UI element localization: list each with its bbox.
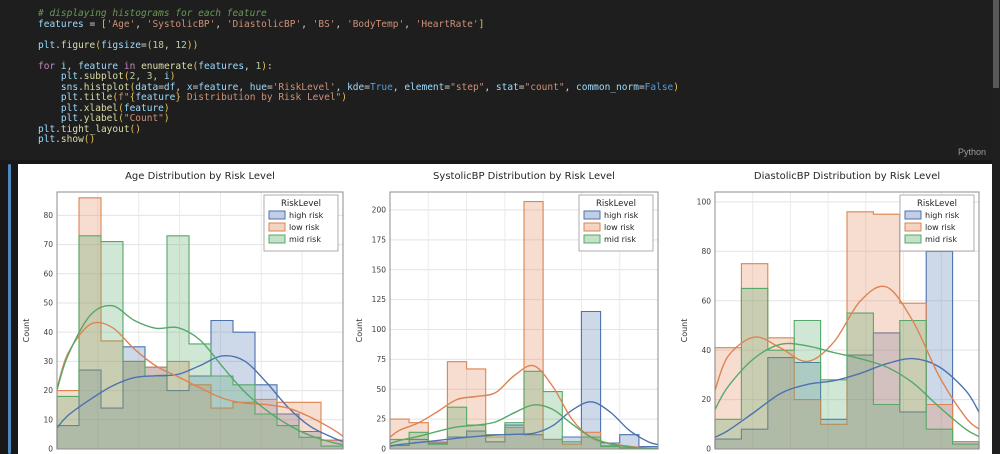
svg-text:50: 50 xyxy=(376,385,386,394)
svg-text:100: 100 xyxy=(697,197,712,206)
scrollbar-thumb[interactable] xyxy=(993,0,999,88)
svg-text:Count: Count xyxy=(355,319,364,343)
svg-text:Count: Count xyxy=(680,319,689,343)
svg-text:30: 30 xyxy=(43,357,53,366)
diastolicbp-chart-svg: DiastolicBP Distribution by Risk Level 0 2… xyxy=(679,166,987,454)
code-editor[interactable]: # displaying histograms for each feature… xyxy=(38,8,679,146)
svg-text:20: 20 xyxy=(701,395,711,404)
code-cell[interactable]: # displaying histograms for each feature… xyxy=(0,0,992,160)
svg-text:20: 20 xyxy=(43,386,53,395)
svg-text:mid risk: mid risk xyxy=(604,235,636,244)
svg-text:25: 25 xyxy=(376,415,386,424)
svg-text:RiskLevel: RiskLevel xyxy=(281,199,321,209)
svg-text:75: 75 xyxy=(376,355,386,364)
svg-text:60: 60 xyxy=(701,296,711,305)
svg-text:mid risk: mid risk xyxy=(925,235,957,244)
svg-text:mid risk: mid risk xyxy=(289,235,321,244)
svg-text:high risk: high risk xyxy=(289,211,324,220)
svg-text:0: 0 xyxy=(706,445,711,454)
svg-text:low risk: low risk xyxy=(289,223,320,232)
svg-text:Count: Count xyxy=(22,319,31,343)
svg-text:low risk: low risk xyxy=(604,223,635,232)
code-line: plt.tight_layout() xyxy=(38,123,141,135)
svg-text:RiskLevel: RiskLevel xyxy=(596,199,636,209)
svg-text:200: 200 xyxy=(372,206,387,215)
cell-language-label[interactable]: Python xyxy=(958,147,986,157)
svg-text:DiastolicBP Distribution by Ri: DiastolicBP Distribution by Risk Level xyxy=(754,171,940,182)
chart-systolicbp: SystolicBP Distribution by Risk Level 0 25… xyxy=(354,166,666,454)
svg-text:150: 150 xyxy=(372,265,387,274)
cell-focus-indicator xyxy=(8,164,11,454)
svg-text:high risk: high risk xyxy=(925,211,960,220)
svg-text:80: 80 xyxy=(43,211,53,220)
svg-text:125: 125 xyxy=(372,295,387,304)
svg-text:SystolicBP Distribution by Ris: SystolicBP Distribution by Risk Level xyxy=(433,171,615,182)
svg-text:0: 0 xyxy=(381,445,386,454)
svg-text:80: 80 xyxy=(701,247,711,256)
svg-text:50: 50 xyxy=(43,299,53,308)
code-line: plt.figure(figsize=(18, 12)) xyxy=(38,39,199,51)
svg-text:60: 60 xyxy=(43,269,53,278)
chart-age: Age Distribution by Risk Level 0 10 20 30 40 5… xyxy=(21,166,351,454)
svg-text:high risk: high risk xyxy=(604,211,639,220)
age-chart-svg: Age Distribution by Risk Level 0 10 20 30 40 5… xyxy=(21,166,351,454)
scrollbar[interactable] xyxy=(992,0,1000,454)
svg-text:40: 40 xyxy=(701,346,711,355)
systolicbp-chart-svg: SystolicBP Distribution by Risk Level 0 25… xyxy=(354,166,666,454)
svg-text:70: 70 xyxy=(43,240,53,249)
code-line: plt.show() xyxy=(38,134,96,145)
svg-text:40: 40 xyxy=(43,328,53,337)
notebook-window: # displaying histograms for each feature… xyxy=(0,0,1000,454)
svg-text:Age Distribution by Risk Level: Age Distribution by Risk Level xyxy=(125,171,275,182)
svg-text:100: 100 xyxy=(372,325,387,334)
svg-text:175: 175 xyxy=(372,235,387,244)
svg-text:low risk: low risk xyxy=(925,223,956,232)
svg-text:0: 0 xyxy=(48,445,53,454)
output-panel: Age Distribution by Risk Level 0 10 20 30 40 5… xyxy=(18,164,992,454)
svg-text:10: 10 xyxy=(43,415,53,424)
code-line: features = ['Age', 'SystolicBP', 'Diasto… xyxy=(38,18,485,30)
chart-diastolicbp: DiastolicBP Distribution by Risk Level 0 2… xyxy=(679,166,987,454)
svg-text:RiskLevel: RiskLevel xyxy=(917,199,957,209)
